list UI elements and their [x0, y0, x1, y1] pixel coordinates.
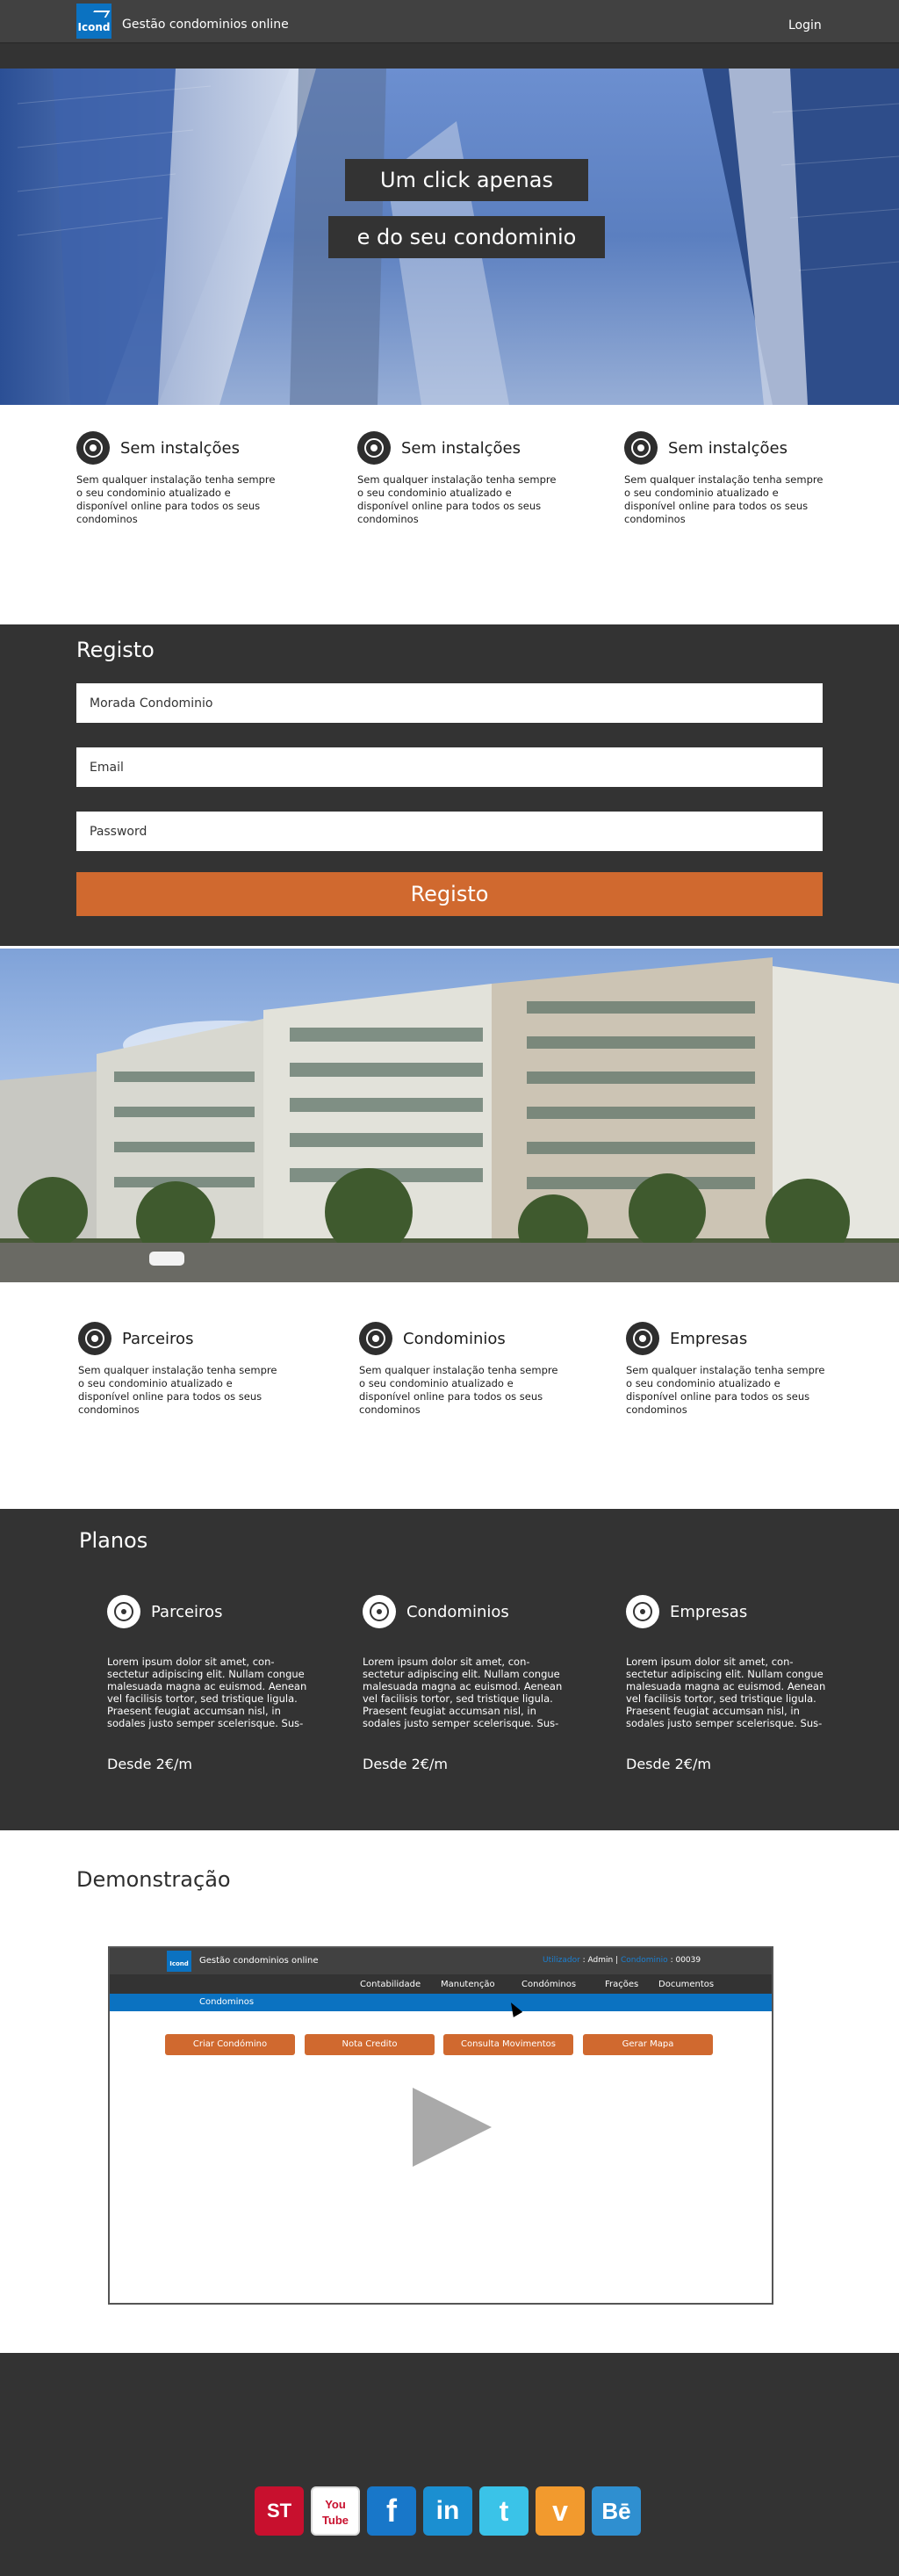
demo-nav-item: Contabilidade	[360, 1980, 421, 1989]
register-button[interactable]: Registo	[76, 872, 823, 916]
plan-price: Desde 2€/m	[107, 1756, 192, 1772]
hero-banner: Um click apenas e do seu condominio	[0, 69, 899, 405]
disc-icon	[357, 431, 391, 465]
brand-name: Gestão condominios online	[122, 18, 289, 32]
plan-description: Lorem ipsum dolor sit amet, con-sectetur…	[626, 1656, 826, 1729]
demo-title: Demonstração	[76, 1867, 231, 1892]
disc-icon	[78, 1322, 111, 1355]
demo-nav: Contabilidade Manutenção Condóminos Fraç…	[110, 1974, 772, 1994]
feature-text: Sem qualquer instalação tenha sempre o s…	[78, 1364, 277, 1416]
feature-title: Sem instalções	[401, 439, 521, 458]
demo-brand: Gestão condominios online	[199, 1956, 319, 1966]
top-header: Icond Gestão condominios online Login	[0, 0, 899, 44]
feature-title: Condominios	[403, 1330, 506, 1348]
demo-user-info: Utilizador : Admin | Condominio : 00039	[543, 1956, 701, 1965]
demo-nav-item: Documentos	[658, 1980, 715, 1989]
vimeo-icon[interactable]: v	[536, 2486, 585, 2536]
demo-action-button: Consulta Movimentos	[443, 2034, 573, 2055]
building-image	[0, 949, 899, 1282]
disc-icon	[626, 1322, 659, 1355]
feature-text: Sem qualquer instalação tenha sempre o s…	[76, 473, 276, 525]
twitter-icon[interactable]: t	[479, 2486, 529, 2536]
feature-text: Sem qualquer instalação tenha sempre o s…	[626, 1364, 825, 1416]
demo-condo-label: Condominio	[621, 1956, 668, 1965]
demo-user-label: Utilizador	[543, 1956, 580, 1965]
youtube-icon[interactable]: You Tube	[311, 2486, 360, 2536]
demo-app-header: Icond Gestão condominios online Utilizad…	[110, 1948, 772, 1974]
demo-action-button: Criar Condómino	[165, 2034, 295, 2055]
footer: ST You Tube f in t v Bē	[0, 2353, 899, 2576]
demo-action-button: Gerar Mapa	[583, 2034, 713, 2055]
facebook-icon[interactable]: f	[367, 2486, 416, 2536]
hero-headline-2: e do seu condominio	[328, 216, 605, 258]
demo-subbar: Condominos	[110, 1994, 772, 2011]
feature-title: Sem instalções	[668, 439, 788, 458]
logo-text: Icond	[77, 21, 111, 33]
plans-title: Planos	[79, 1528, 148, 1553]
behance-icon[interactable]: Bē	[592, 2486, 641, 2536]
feature-title: Sem instalções	[120, 439, 240, 458]
apartment-building-illustration	[0, 957, 899, 1282]
plan-description: Lorem ipsum dolor sit amet, con-sectetur…	[363, 1656, 563, 1729]
house-roof-icon	[90, 11, 111, 18]
plan-title: Condominios	[406, 1603, 509, 1621]
feature-title: Parceiros	[122, 1330, 194, 1348]
email-field[interactable]	[76, 747, 823, 787]
demo-nav-item: Frações	[605, 1980, 639, 1989]
plan-title: Parceiros	[151, 1603, 223, 1621]
feature-text: Sem qualquer instalação tenha sempre o s…	[359, 1364, 558, 1416]
disc-icon	[359, 1322, 392, 1355]
demo-condo-number: 00039	[675, 1956, 701, 1965]
feature-title: Empresas	[670, 1330, 748, 1348]
logo[interactable]: Icond	[76, 4, 111, 39]
plans-section: Planos Parceiros Lorem ipsum dolor sit a…	[0, 1509, 899, 1830]
play-icon[interactable]	[413, 2088, 492, 2167]
demo-user-name: Admin	[587, 1956, 614, 1965]
demo-nav-item: Condóminos	[521, 1980, 577, 1989]
feature-text: Sem qualquer instalação tenha sempre o s…	[624, 473, 823, 525]
disc-icon	[626, 1595, 659, 1628]
registration-section: Registo Registo	[0, 624, 899, 946]
disc-icon	[624, 431, 658, 465]
plan-description: Lorem ipsum dolor sit amet, con-sectetur…	[107, 1656, 307, 1729]
address-field[interactable]	[76, 683, 823, 723]
stumbleupon-icon[interactable]: ST	[255, 2486, 304, 2536]
feature-text: Sem qualquer instalação tenha sempre o s…	[357, 473, 557, 525]
plan-title: Empresas	[670, 1603, 748, 1621]
plan-price: Desde 2€/m	[626, 1756, 711, 1772]
demo-subbar-label: Condominos	[199, 1997, 255, 2007]
disc-icon	[363, 1595, 396, 1628]
registration-title: Registo	[76, 638, 155, 662]
disc-icon	[107, 1595, 140, 1628]
password-field[interactable]	[76, 812, 823, 851]
demo-video-player[interactable]: Icond Gestão condominios online Utilizad…	[108, 1946, 773, 2305]
plan-price: Desde 2€/m	[363, 1756, 448, 1772]
linkedin-icon[interactable]: in	[423, 2486, 472, 2536]
header-strip	[0, 44, 899, 69]
demo-nav-item: Manutenção	[441, 1980, 495, 1989]
hero-headline-1: Um click apenas	[345, 159, 588, 201]
demo-action-button: Nota Credito	[305, 2034, 435, 2055]
disc-icon	[76, 431, 110, 465]
login-link[interactable]: Login	[788, 18, 822, 32]
demo-logo: Icond	[167, 1951, 191, 1972]
